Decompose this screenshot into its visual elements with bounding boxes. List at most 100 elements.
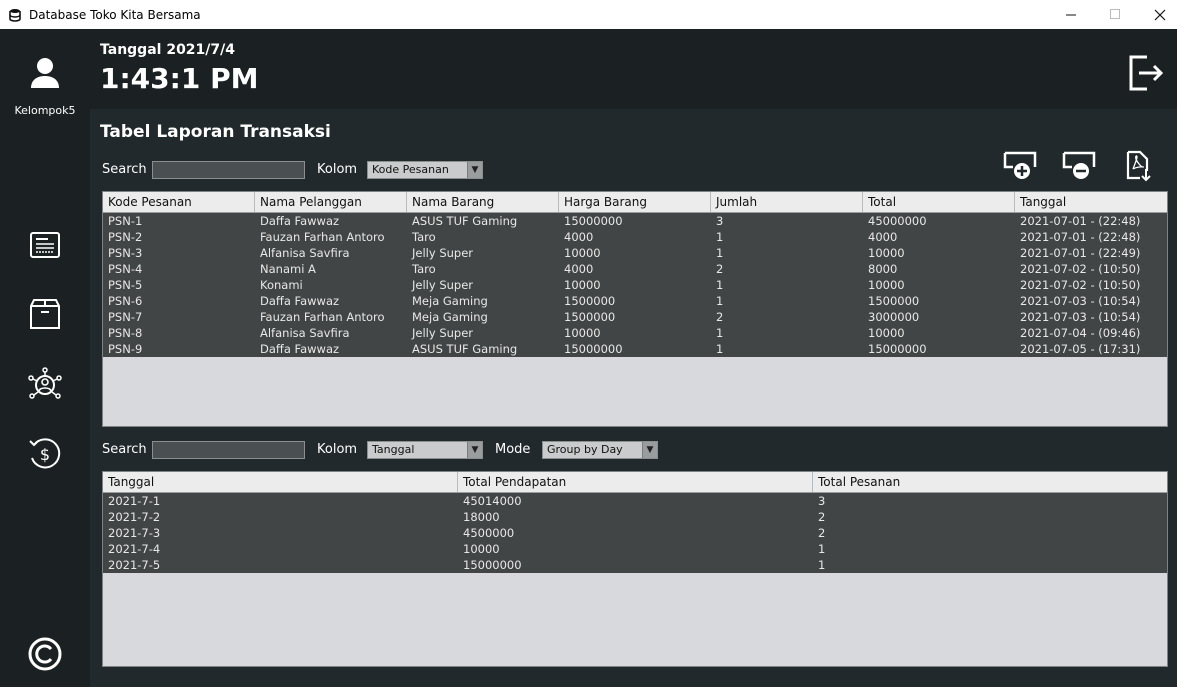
minimize-button[interactable]	[1048, 0, 1094, 29]
search-input[interactable]	[152, 161, 305, 179]
table-cell: 1500000	[564, 294, 616, 308]
table-cell: 45014000	[463, 494, 522, 508]
kolom-select-summary[interactable]: Tanggal ▼	[367, 441, 483, 459]
table-cell: 2021-07-03 - (10:54)	[1020, 294, 1141, 308]
table-cell: 10000	[463, 542, 500, 556]
table-cell: 15000000	[564, 342, 623, 356]
chevron-down-icon: ▼	[642, 442, 657, 458]
column-header[interactable]: Total	[863, 192, 1015, 212]
kolom-select-value: Kode Pesanan	[372, 163, 449, 176]
table-cell: 2021-07-01 - (22:49)	[1020, 246, 1141, 260]
table-cell: 3000000	[868, 310, 920, 324]
table-cell: ASUS TUF Gaming	[412, 214, 518, 228]
table-cell: 8000	[868, 262, 898, 276]
export-pdf-icon[interactable]	[1121, 149, 1155, 183]
maximize-button[interactable]	[1092, 0, 1138, 29]
table-row[interactable]: PSN-8 Alfanisa Savfira Jelly Super 10000…	[103, 325, 1167, 341]
table-cell: 45000000	[868, 214, 927, 228]
table-cell: PSN-2	[108, 230, 143, 244]
table-row[interactable]: 2021-7-5 15000000 1	[103, 557, 1167, 573]
search-label: Search	[102, 162, 147, 177]
table-row[interactable]: 2021-7-4 10000 1	[103, 541, 1167, 557]
table-row[interactable]: 2021-7-3 4500000 2	[103, 525, 1167, 541]
table-cell: 2	[716, 262, 724, 276]
summary-table-body: 2021-7-1 45014000 3 2021-7-2 18000 2 202…	[103, 493, 1167, 573]
column-header[interactable]: Total Pesanan	[813, 472, 1167, 492]
table-cell: 2021-07-04 - (09:46)	[1020, 326, 1141, 340]
table-cell: 15000000	[463, 558, 522, 572]
table-cell: 2	[716, 310, 724, 324]
table-row[interactable]: PSN-5 Konami Jelly Super 10000 1 10000 2…	[103, 277, 1167, 293]
table-cell: 10000	[868, 326, 905, 340]
table-cell: Jelly Super	[412, 326, 474, 340]
remove-icon[interactable]	[1062, 149, 1096, 183]
table-cell: 2021-07-01 - (22:48)	[1020, 230, 1141, 244]
table-cell: Alfanisa Savfira	[260, 326, 350, 340]
table-cell: Fauzan Farhan Antoro	[260, 310, 385, 324]
table-cell: Konami	[260, 278, 303, 292]
table-row[interactable]: PSN-9 Daffa Fawwaz ASUS TUF Gaming 15000…	[103, 341, 1167, 357]
table-row[interactable]: 2021-7-2 18000 2	[103, 509, 1167, 525]
table-cell: PSN-1	[108, 214, 143, 228]
search-input-summary[interactable]	[152, 441, 305, 459]
table-cell: PSN-5	[108, 278, 143, 292]
report-icon[interactable]	[26, 226, 64, 264]
table-cell: 2021-7-2	[108, 510, 161, 524]
column-header[interactable]: Harga Barang	[559, 192, 711, 212]
table-cell: PSN-3	[108, 246, 143, 260]
table-row[interactable]: 2021-7-1 45014000 3	[103, 493, 1167, 509]
summary-table[interactable]: Tanggal Total Pendapatan Total Pesanan 2…	[102, 471, 1168, 667]
minimize-icon	[1065, 14, 1076, 16]
add-icon[interactable]	[1003, 149, 1037, 183]
mode-select[interactable]: Group by Day ▼	[542, 441, 658, 459]
table-cell: 10000	[564, 326, 601, 340]
column-header[interactable]: Nama Barang	[407, 192, 559, 212]
table-cell: 2021-7-4	[108, 542, 161, 556]
money-history-icon[interactable]: $	[26, 435, 64, 473]
table-cell: PSN-9	[108, 342, 143, 356]
table-row[interactable]: PSN-7 Fauzan Farhan Antoro Meja Gaming 1…	[103, 309, 1167, 325]
table-row[interactable]: PSN-2 Fauzan Farhan Antoro Taro 4000 1 4…	[103, 229, 1167, 245]
table-cell: Alfanisa Savfira	[260, 246, 350, 260]
column-header[interactable]: Tanggal	[1015, 192, 1167, 212]
table-row[interactable]: PSN-6 Daffa Fawwaz Meja Gaming 1500000 1…	[103, 293, 1167, 309]
table-cell: 2021-07-02 - (10:50)	[1020, 278, 1141, 292]
column-header[interactable]: Jumlah	[711, 192, 863, 212]
table-cell: ASUS TUF Gaming	[412, 342, 518, 356]
column-header[interactable]: Total Pendapatan	[458, 472, 813, 492]
table-cell: PSN-7	[108, 310, 143, 324]
transaksi-table-header: Kode Pesanan Nama Pelanggan Nama Barang …	[103, 192, 1167, 213]
table-cell: 2021-7-3	[108, 526, 161, 540]
table-cell: PSN-8	[108, 326, 143, 340]
clock-label: 1:43:1 PM	[100, 62, 259, 95]
column-header[interactable]: Kode Pesanan	[103, 192, 255, 212]
close-icon	[1154, 9, 1166, 20]
table-cell: Nanami A	[260, 262, 316, 276]
table-cell: 2021-07-02 - (10:50)	[1020, 262, 1141, 276]
table-cell: 10000	[868, 246, 905, 260]
header: Tanggal 2021/7/4 1:43:1 PM	[90, 29, 1177, 109]
table-cell: Meja Gaming	[412, 310, 488, 324]
chevron-down-icon: ▼	[467, 162, 482, 178]
close-button[interactable]	[1137, 0, 1177, 29]
database-icon	[9, 8, 21, 22]
table-cell: 2021-7-5	[108, 558, 161, 572]
copyright-icon	[28, 637, 62, 671]
box-icon[interactable]	[26, 295, 64, 333]
table-cell: 2021-07-01 - (22:48)	[1020, 214, 1141, 228]
table-cell: Daffa Fawwaz	[260, 294, 340, 308]
column-header[interactable]: Tanggal	[103, 472, 458, 492]
table-row[interactable]: PSN-1 Daffa Fawwaz ASUS TUF Gaming 15000…	[103, 213, 1167, 229]
table-cell: 2021-07-05 - (17:31)	[1020, 342, 1141, 356]
logout-icon[interactable]	[1125, 53, 1165, 93]
customer-network-icon[interactable]	[26, 366, 64, 404]
table-row[interactable]: PSN-3 Alfanisa Savfira Jelly Super 10000…	[103, 245, 1167, 261]
table-row[interactable]: PSN-4 Nanami A Taro 4000 2 8000 2021-07-…	[103, 261, 1167, 277]
kolom-select[interactable]: Kode Pesanan ▼	[367, 161, 483, 179]
table-cell: 18000	[463, 510, 500, 524]
column-header[interactable]: Nama Pelanggan	[255, 192, 407, 212]
table-cell: 1	[716, 278, 724, 292]
window-titlebar: Database Toko Kita Bersama	[0, 0, 1177, 29]
transaksi-table[interactable]: Kode Pesanan Nama Pelanggan Nama Barang …	[102, 191, 1168, 427]
table-cell: 15000000	[868, 342, 927, 356]
